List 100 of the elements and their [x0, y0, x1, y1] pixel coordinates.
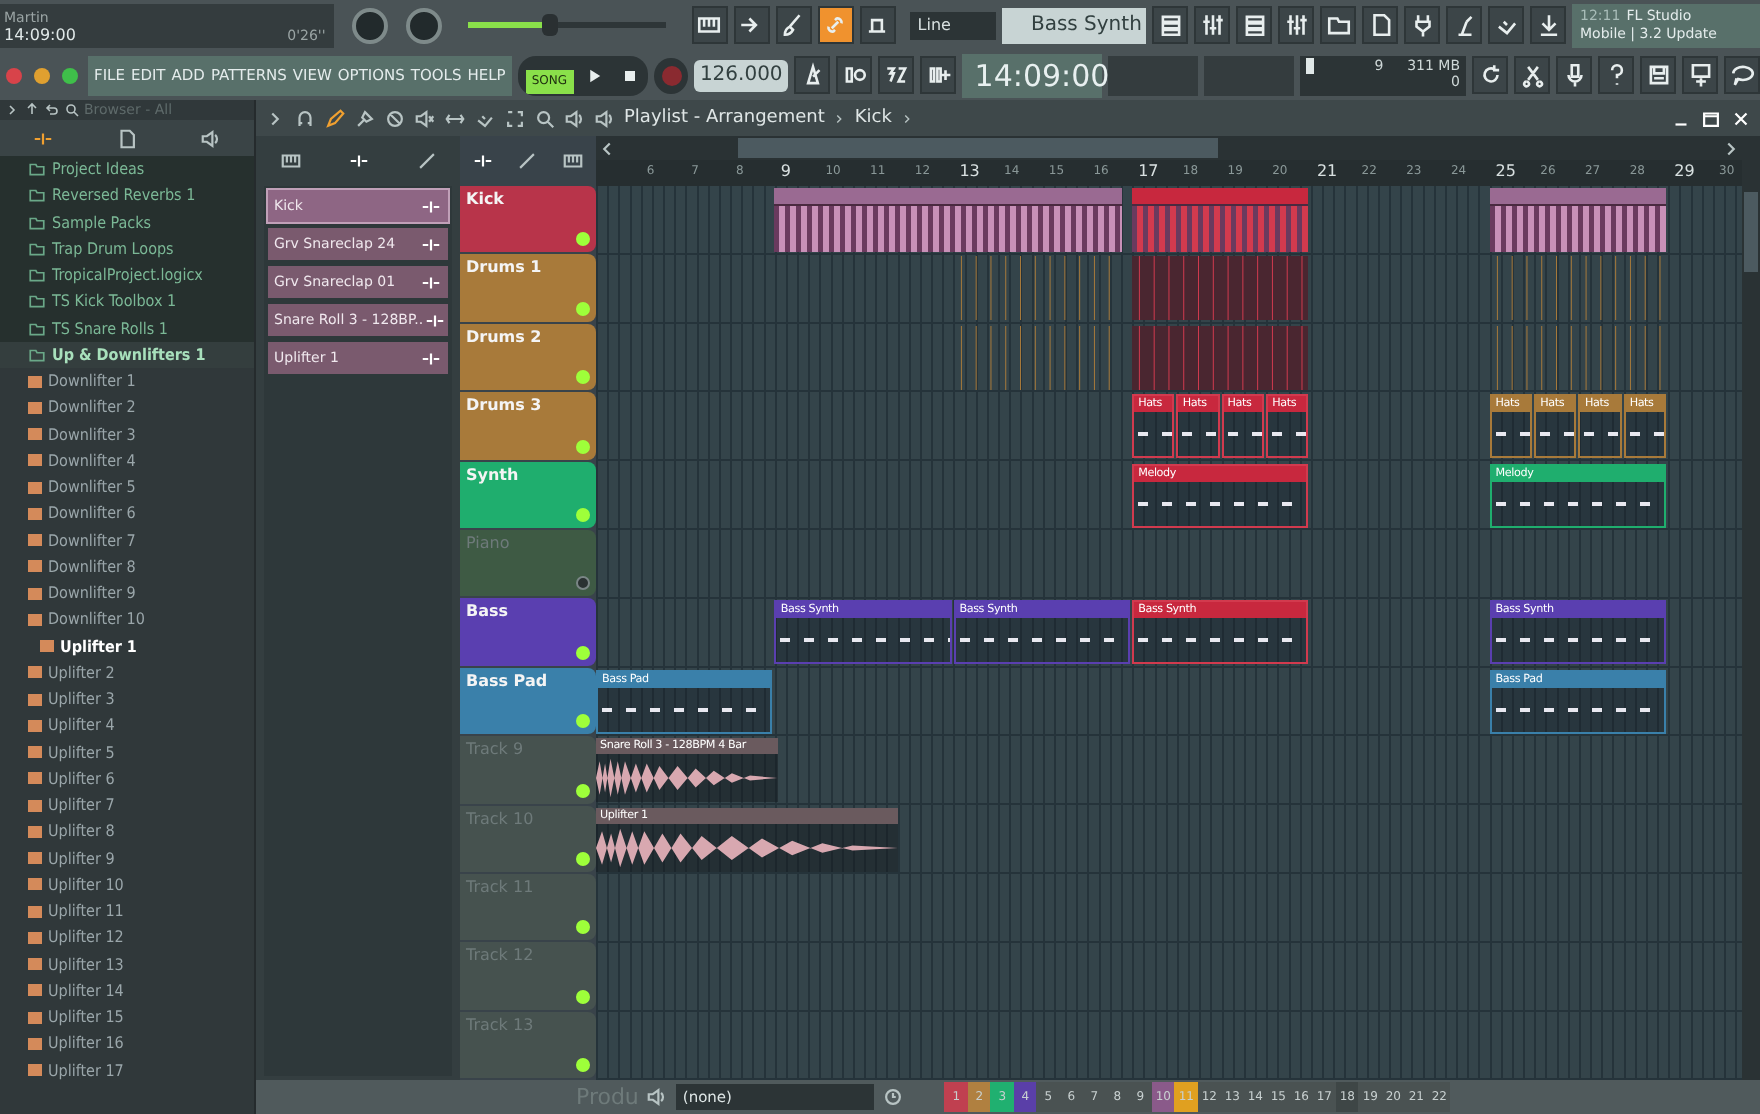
paint-icon[interactable] [354, 107, 376, 129]
document-icon[interactable] [115, 127, 138, 149]
snap-dropdown[interactable]: Line [909, 11, 997, 39]
stepadd-button[interactable] [920, 56, 957, 94]
sample-item[interactable]: Uplifter 8 [0, 818, 254, 845]
sample-item[interactable]: Uplifter 11 [0, 898, 254, 925]
keyboard-button[interactable] [691, 6, 728, 44]
kick-pattern-clip[interactable] [774, 188, 1122, 252]
track-header[interactable]: Drums 2 [460, 323, 596, 391]
sample-item[interactable]: Downlifter 3 [0, 421, 254, 448]
kick-pattern-clip[interactable] [1132, 188, 1309, 252]
saveas-button[interactable] [1682, 56, 1718, 94]
sample-item[interactable]: Uplifter 12 [0, 924, 254, 951]
sample-item[interactable]: Uplifter 13 [0, 951, 254, 978]
brush-button[interactable] [775, 6, 812, 44]
folder-item[interactable]: TropicalProject.logicx [0, 262, 254, 289]
kick-pattern-clip[interactable] [1489, 188, 1667, 252]
sample-item[interactable]: Downlifter 2 [0, 394, 254, 421]
ban-icon[interactable] [384, 107, 406, 129]
piano-icon[interactable] [279, 150, 301, 172]
sample-item[interactable]: Uplifter 5 [0, 739, 254, 766]
sample-item[interactable]: Uplifter 2 [0, 659, 254, 686]
pattern-breadcrumb[interactable]: Kick [854, 108, 892, 128]
sample-item[interactable]: Downlifter 1 [0, 368, 254, 395]
track-led[interactable] [576, 576, 590, 591]
folder-item[interactable]: Reversed Reverbs 1 [0, 182, 254, 209]
overview-scrollbar[interactable] [596, 136, 1742, 160]
plug-button[interactable] [1404, 6, 1440, 44]
wait-button[interactable] [836, 56, 873, 94]
track-header[interactable]: Drums 1 [460, 254, 596, 322]
speaker-icon[interactable] [564, 107, 586, 129]
caret-icon[interactable] [4, 102, 20, 118]
track-header[interactable]: Kick [460, 186, 596, 253]
vertical-scrollbar[interactable] [1742, 136, 1760, 1080]
volume-knob[interactable] [351, 7, 388, 43]
sample-item[interactable]: Downlifter 9 [0, 580, 254, 607]
diagonal-line-icon[interactable] [516, 150, 539, 172]
track-header[interactable]: Synth [460, 461, 596, 528]
cut-button[interactable] [1514, 56, 1550, 94]
chat-button[interactable] [1724, 56, 1760, 94]
sample-item[interactable]: Uplifter 4 [0, 712, 254, 739]
sample-item[interactable]: Uplifter 9 [0, 845, 254, 872]
sample-item[interactable]: Downlifter 4 [0, 447, 254, 474]
doc-button[interactable] [1362, 6, 1398, 44]
up-icon[interactable] [24, 102, 40, 118]
download-button[interactable] [1530, 6, 1566, 44]
count-button[interactable] [878, 56, 915, 94]
tempo-display[interactable]: 126.000 [693, 59, 789, 91]
folder-item[interactable]: Up & Downlifters 1 [0, 341, 254, 368]
zoom-dot-icon[interactable] [62, 67, 78, 83]
mixer-button[interactable] [1278, 6, 1314, 44]
plus-move-icon[interactable] [471, 150, 494, 172]
search-icon[interactable] [64, 102, 80, 118]
sample-item[interactable]: Uplifter 15 [0, 1004, 254, 1031]
magnet-icon[interactable] [294, 107, 316, 129]
track-header[interactable]: Bass [460, 598, 596, 666]
sample-item[interactable]: Uplifter 17 [0, 1057, 254, 1084]
select-icon[interactable] [504, 107, 526, 129]
minimize-dot-icon[interactable] [34, 67, 50, 83]
pattern-selector[interactable]: Bass Synth [1002, 7, 1146, 43]
track-header[interactable]: Drums 3 [460, 392, 596, 460]
sample-item[interactable]: Downlifter 5 [0, 474, 254, 501]
metro-button[interactable] [794, 56, 831, 94]
folder-item[interactable]: Project Ideas [0, 156, 254, 183]
sample-item[interactable]: Downlifter 10 [0, 606, 254, 633]
folder-item[interactable]: TS Snare Rolls 1 [0, 315, 254, 342]
speaker-icon[interactable] [646, 1086, 669, 1108]
slider-thumb[interactable] [542, 14, 559, 36]
mixer-button[interactable] [1194, 6, 1230, 44]
sample-item[interactable]: Uplifter 1 [0, 633, 254, 660]
sample-item[interactable]: Downlifter 7 [0, 527, 254, 554]
folder-item[interactable]: TS Kick Toolbox 1 [0, 288, 254, 315]
zoom-icon[interactable] [534, 107, 556, 129]
close-icon[interactable] [1730, 107, 1752, 129]
speaker-icon[interactable] [594, 107, 616, 129]
mic-button[interactable] [1556, 56, 1592, 94]
sample-item[interactable]: Uplifter 10 [0, 871, 254, 898]
save-button[interactable] [1640, 56, 1676, 94]
track-header[interactable]: Bass Pad [460, 667, 596, 735]
pencil-icon[interactable] [324, 107, 346, 129]
sample-item[interactable]: Downlifter 6 [0, 500, 254, 527]
rack-button[interactable] [1152, 6, 1188, 44]
sample-item[interactable]: Downlifter 8 [0, 553, 254, 580]
sample-item[interactable]: Uplifter 16 [0, 1030, 254, 1057]
drum-pattern-clip[interactable] [1132, 256, 1309, 321]
refresh-button[interactable] [1472, 56, 1508, 94]
rack-button[interactable] [1236, 6, 1272, 44]
folder-button[interactable] [1320, 6, 1356, 44]
maximize-icon[interactable] [1700, 107, 1722, 129]
speaker-icon[interactable] [200, 127, 223, 149]
sample-item[interactable]: Uplifter 3 [0, 686, 254, 713]
sample-item[interactable]: Uplifter 6 [0, 765, 254, 792]
sample-item[interactable]: Uplifter 14 [0, 977, 254, 1004]
link-button[interactable] [817, 6, 854, 44]
sample-item[interactable]: Uplifter 7 [0, 792, 254, 819]
folder-item[interactable]: Trap Drum Loops [0, 235, 254, 262]
arrow-button[interactable] [733, 6, 770, 44]
mute-icon[interactable] [414, 107, 436, 129]
undo-icon[interactable] [44, 102, 60, 118]
piano-icon[interactable] [562, 150, 585, 172]
